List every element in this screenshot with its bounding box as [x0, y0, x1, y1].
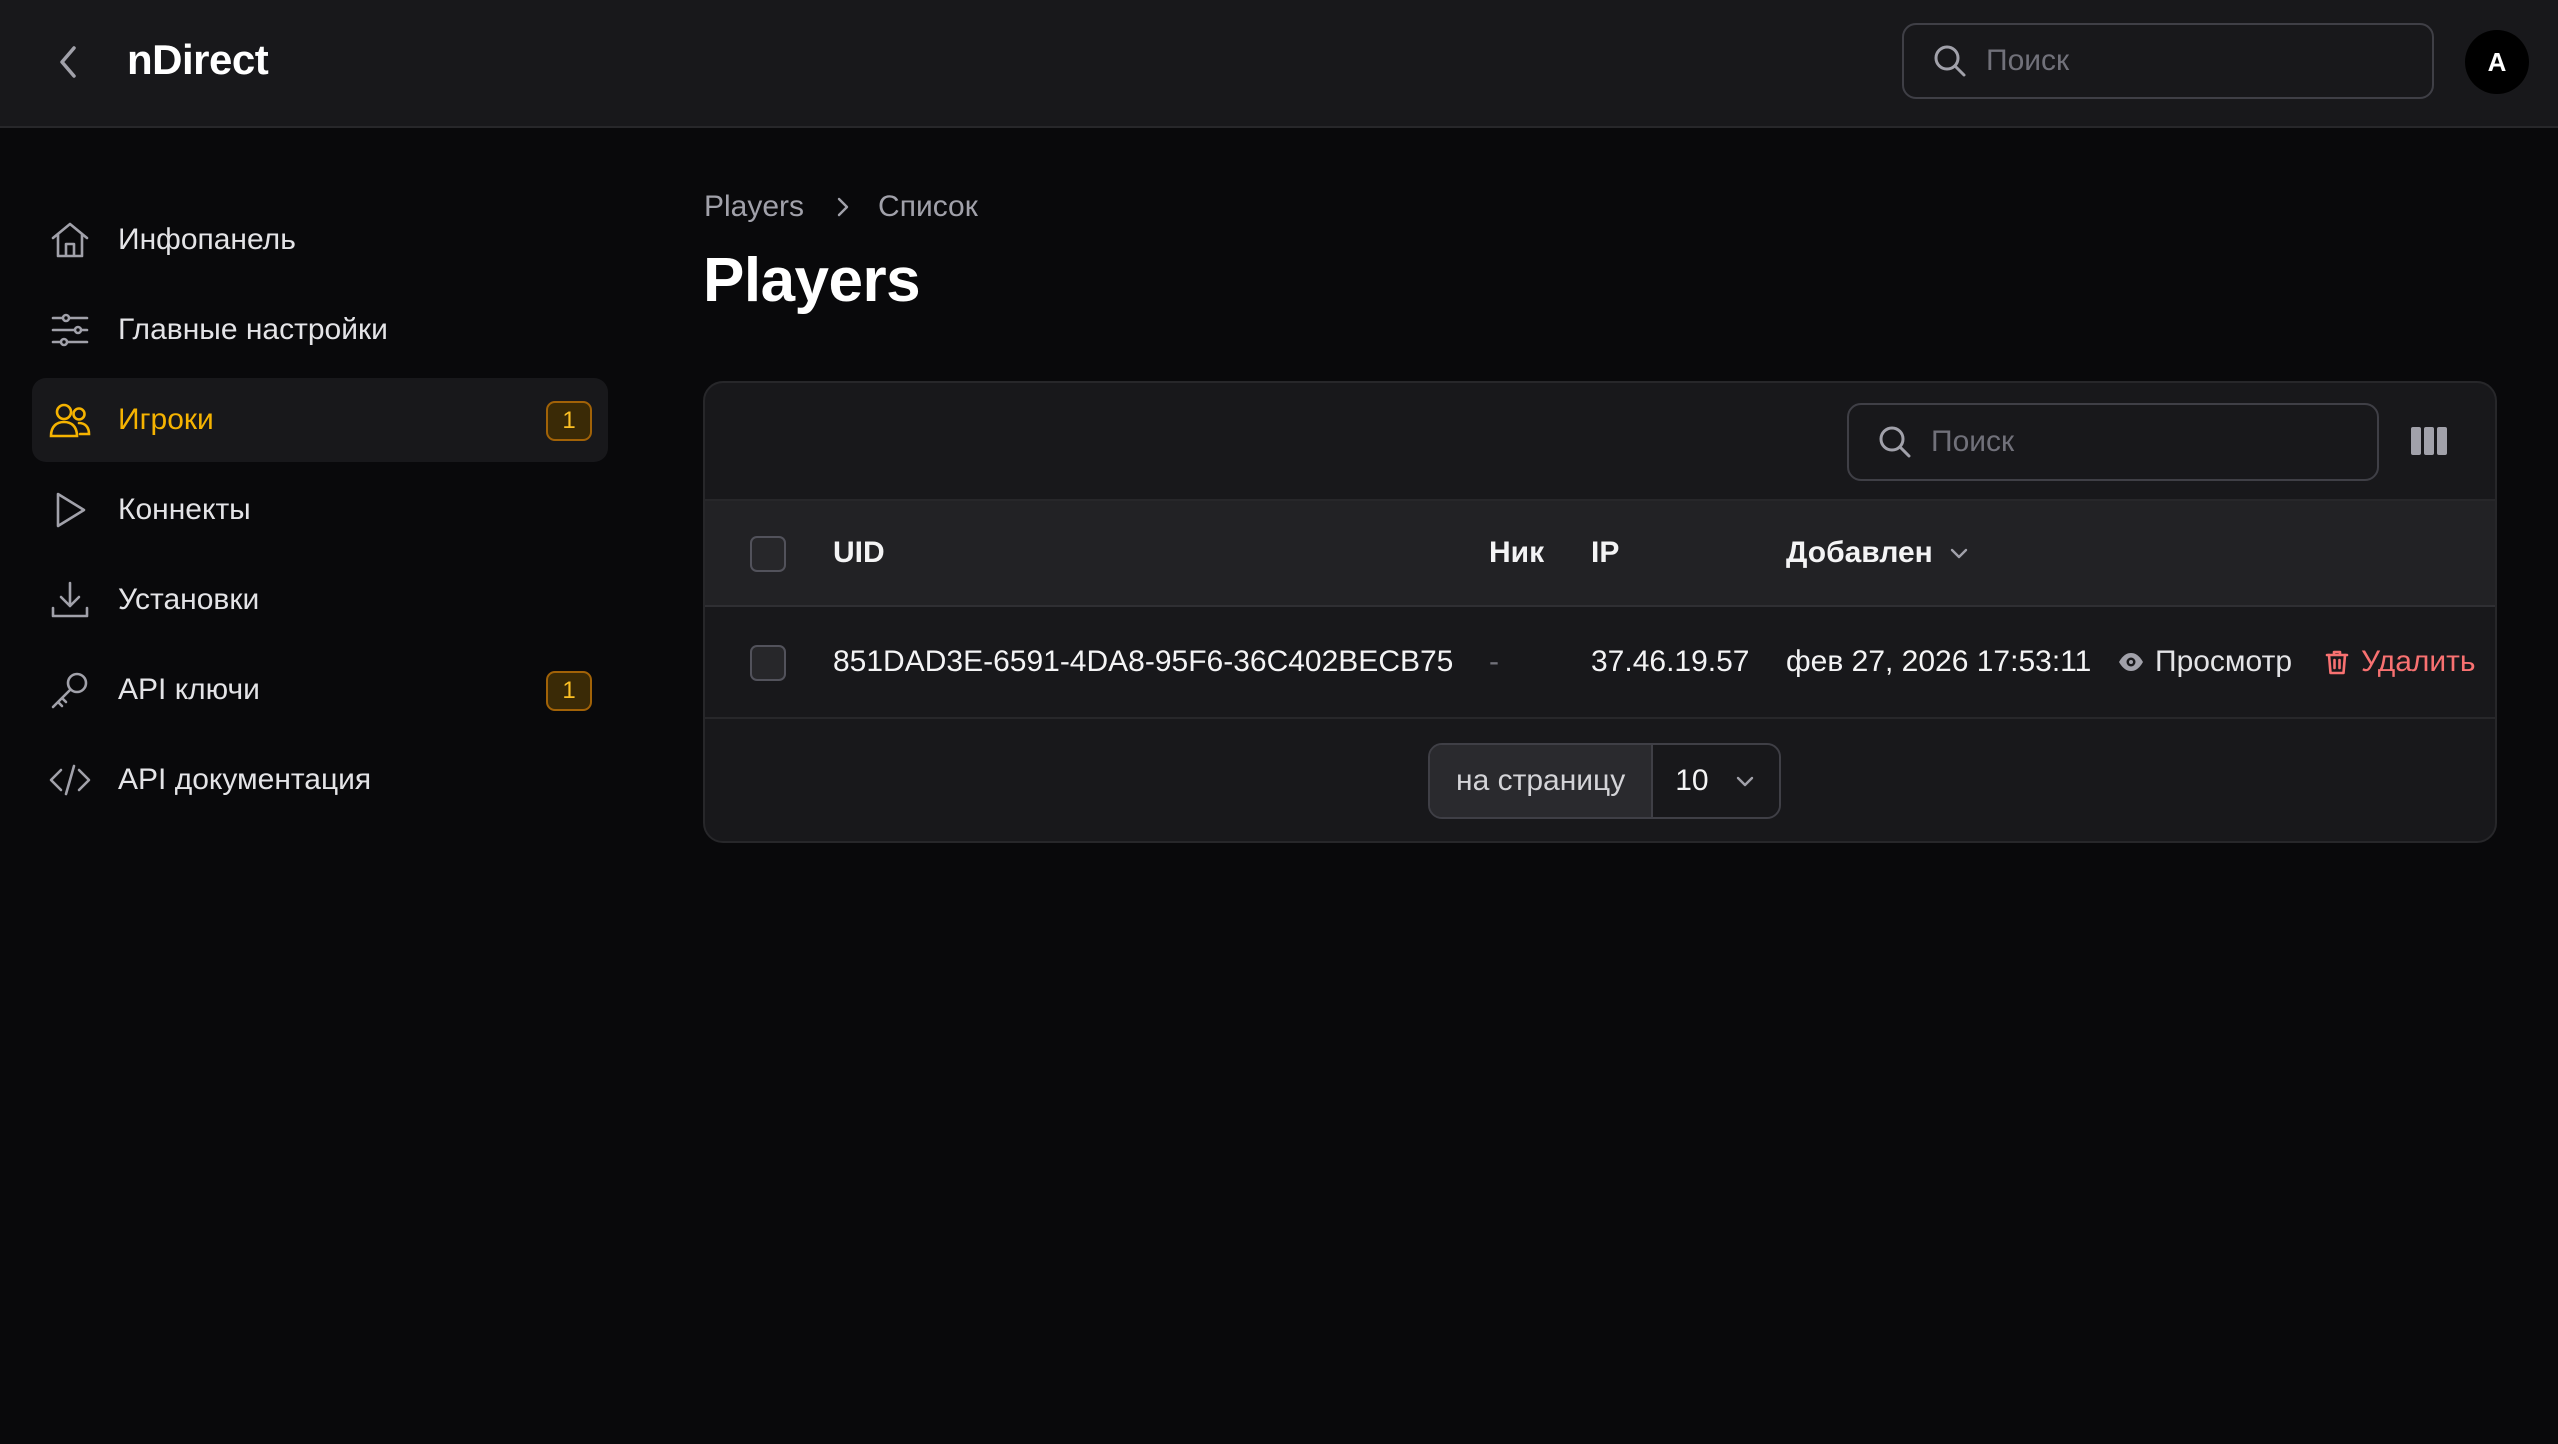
back-button[interactable] [48, 38, 88, 86]
view-button-label: Просмотр [2155, 645, 2293, 678]
column-header-added-label: Добавлен [1786, 536, 1933, 569]
view-button[interactable]: Просмотр [2117, 607, 2292, 717]
per-page-select[interactable]: 10 [1653, 745, 1780, 817]
per-page-label: на страницу [1430, 745, 1654, 817]
row-checkbox[interactable] [750, 645, 786, 681]
code-icon [49, 764, 91, 796]
breadcrumb-parent-link[interactable]: Players [704, 190, 804, 224]
cell-added: фев 27, 2026 17:53:11 [1786, 645, 2092, 678]
count-badge: 1 [546, 671, 592, 711]
sidebar-item-connects[interactable]: Коннекты [32, 468, 608, 552]
columns-toggle-icon[interactable] [2409, 423, 2449, 459]
sidebar-item-api-keys[interactable]: API ключи 1 [32, 648, 608, 732]
sidebar: Инфопанель Главные настройки Игроки 1 Ко… [32, 198, 608, 828]
page-title: Players [703, 246, 921, 315]
table-search-input[interactable] [1931, 425, 2351, 459]
sidebar-item-label: Установки [118, 583, 260, 616]
top-bar: nDirect A [0, 0, 2558, 128]
table-header: UID Ник IP Добавлен [705, 501, 2495, 607]
eye-icon [2119, 653, 2143, 671]
sidebar-item-players[interactable]: Игроки 1 [32, 378, 608, 462]
breadcrumb-current: Список [878, 190, 978, 223]
sidebar-item-label: Коннекты [118, 493, 251, 526]
cell-nick: - [1489, 645, 1499, 678]
column-header-ip[interactable]: IP [1591, 501, 1619, 605]
table-search[interactable] [1847, 403, 2379, 481]
home-icon [51, 222, 89, 258]
users-icon [49, 403, 91, 438]
download-icon [51, 581, 89, 618]
select-all-checkbox[interactable] [750, 536, 786, 572]
pagination: на страницу 10 [705, 719, 2495, 841]
trash-icon [2325, 650, 2349, 675]
brand-title[interactable]: nDirect [127, 36, 269, 84]
count-badge: 1 [546, 401, 592, 441]
breadcrumb: Players Список [704, 190, 978, 224]
sidebar-item-api-docs[interactable]: API документация [32, 738, 608, 822]
sidebar-item-label: API ключи [118, 673, 260, 706]
key-icon [51, 672, 88, 709]
delete-button-label: Удалить [2361, 645, 2476, 678]
table-toolbar [705, 383, 2495, 501]
sidebar-item-label: API документация [118, 763, 372, 796]
play-icon [56, 492, 86, 528]
sliders-icon [51, 313, 89, 347]
sidebar-item-label: Главные настройки [118, 313, 388, 346]
players-table-card: UID Ник IP Добавлен 851DAD3E-6591-4DA8-9… [703, 381, 2497, 843]
per-page-control: на страницу 10 [1428, 743, 1782, 819]
global-search[interactable] [1902, 23, 2434, 99]
avatar[interactable]: A [2465, 30, 2529, 94]
column-header-added[interactable]: Добавлен [1786, 501, 1971, 605]
chevron-right-icon [837, 197, 849, 217]
per-page-value: 10 [1675, 764, 1709, 797]
sidebar-item-label: Игроки [118, 403, 214, 436]
chevron-left-icon [60, 46, 76, 78]
search-icon [1934, 45, 1966, 77]
sidebar-item-label: Инфопанель [118, 223, 296, 256]
delete-button[interactable]: Удалить [2323, 607, 2476, 717]
column-header-uid[interactable]: UID [833, 501, 885, 605]
cell-uid: 851DAD3E-6591-4DA8-95F6-36C402BECB75 [833, 645, 1454, 678]
table-row: 851DAD3E-6591-4DA8-95F6-36C402BECB75 - 3… [705, 607, 2495, 719]
chevron-down-icon [1737, 776, 1754, 787]
sidebar-item-installs[interactable]: Установки [32, 558, 608, 642]
column-header-nick[interactable]: Ник [1489, 501, 1544, 605]
chevron-down-icon [1950, 548, 1967, 559]
sidebar-item-main-settings[interactable]: Главные настройки [32, 288, 608, 372]
search-icon [1879, 426, 1911, 458]
global-search-input[interactable] [1986, 44, 2406, 78]
sidebar-item-dashboard[interactable]: Инфопанель [32, 198, 608, 282]
cell-ip: 37.46.19.57 [1591, 645, 1750, 678]
